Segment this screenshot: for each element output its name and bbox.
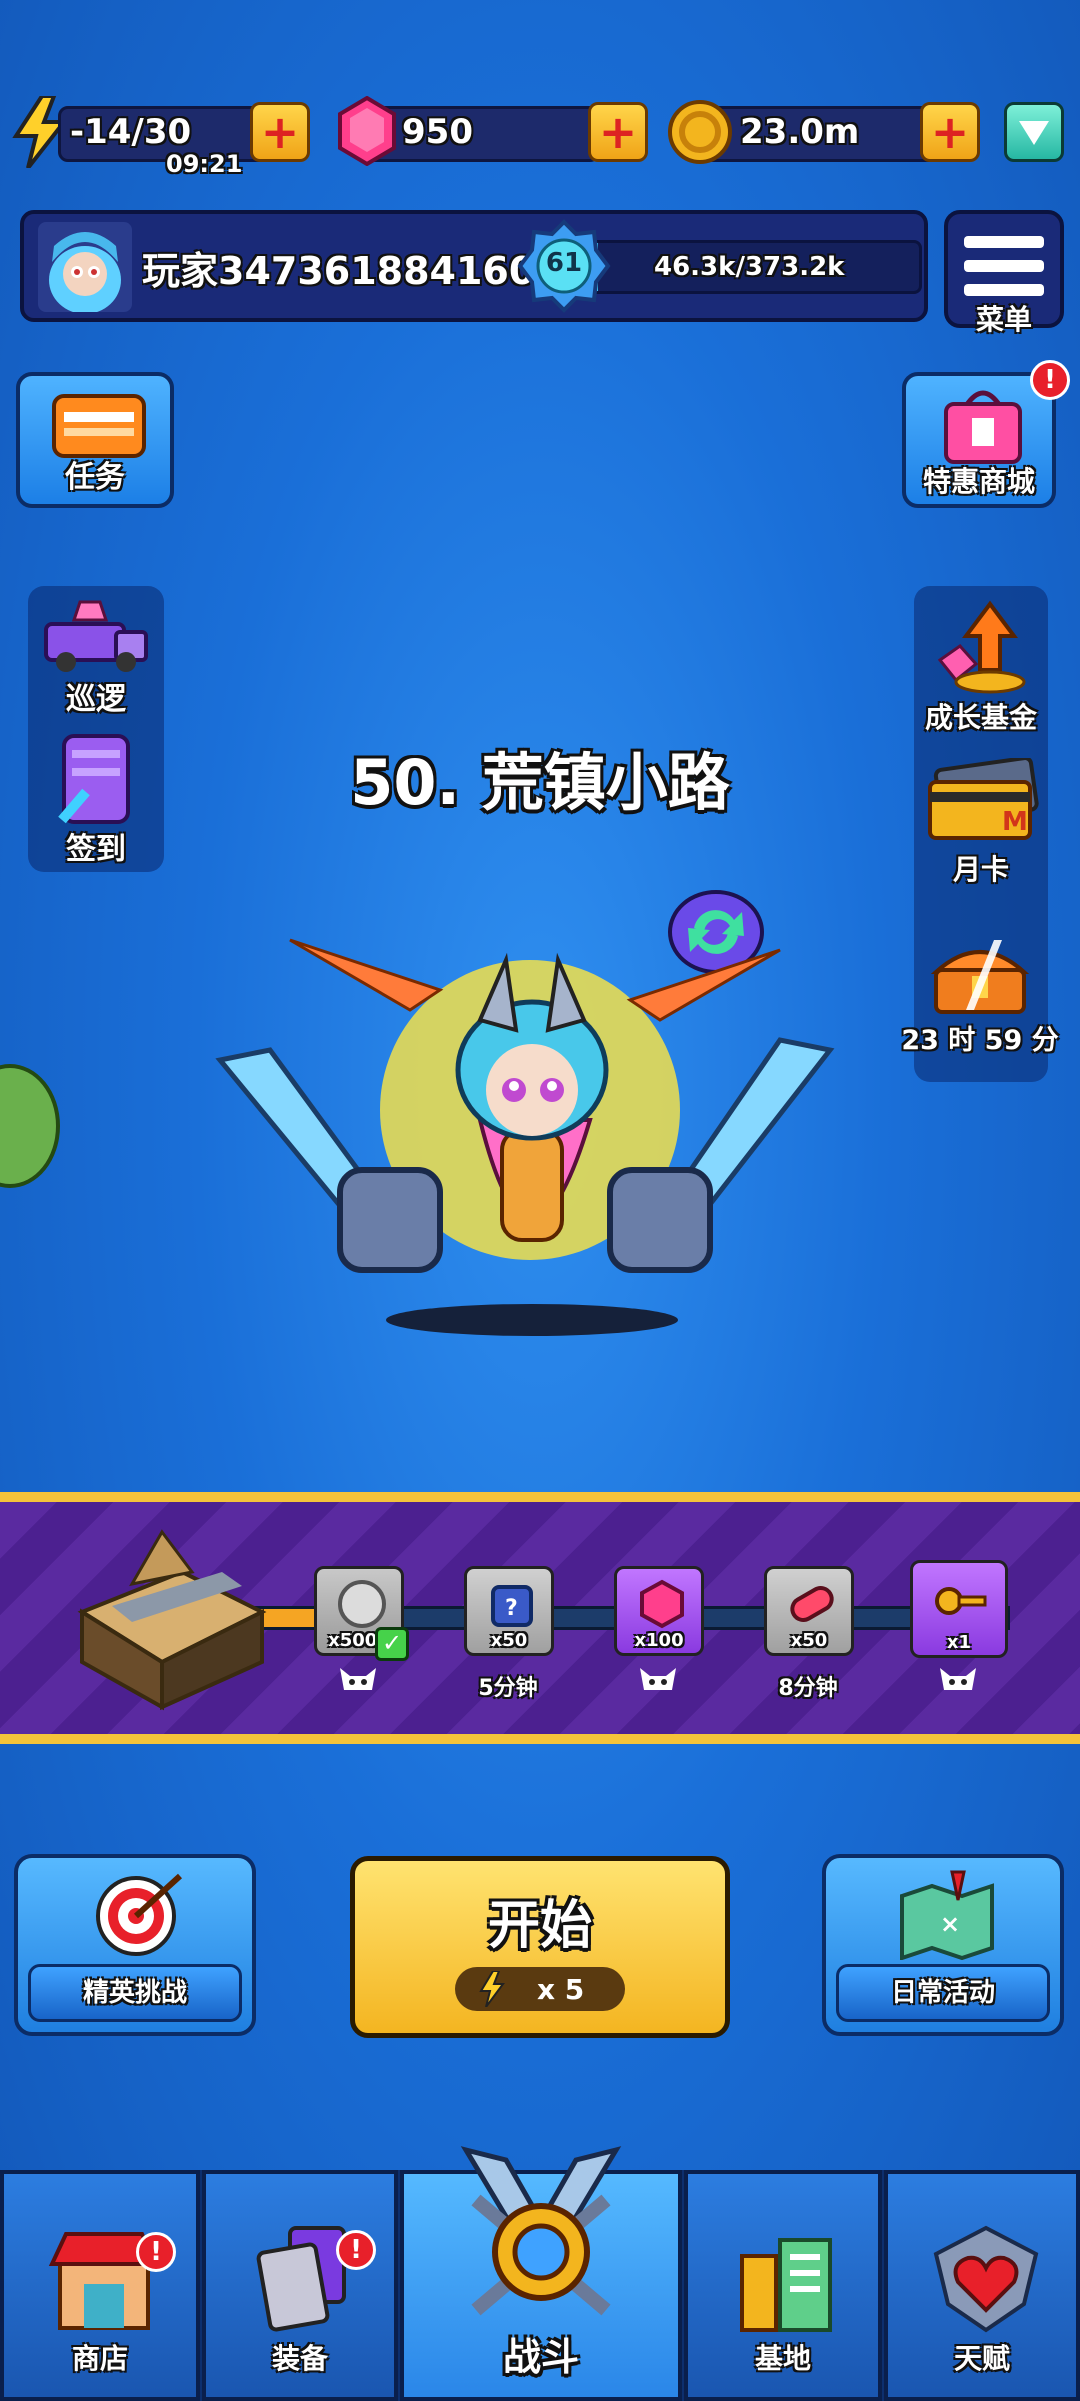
- battle-emblem-icon: [446, 2140, 636, 2330]
- start-label: 开始: [487, 1896, 592, 1956]
- nav-shop[interactable]: 商店: [0, 2170, 200, 2401]
- reward-time-label: 8分钟: [778, 1676, 838, 1701]
- nav-talent-label: 天赋: [953, 2342, 1010, 2375]
- target-icon: [96, 1873, 183, 1956]
- alert-badge: !: [336, 2230, 376, 2270]
- nav-equipment-label: 装备: [271, 2342, 328, 2375]
- tasks-label: 任务: [65, 460, 125, 495]
- reward-qty: x1: [946, 1632, 972, 1653]
- gem-plus-button[interactable]: +: [588, 102, 648, 162]
- coin-value: 23.0m: [740, 112, 860, 152]
- side-event-widget[interactable]: [0, 1064, 60, 1188]
- monthly-card-label: 月卡: [952, 853, 1009, 886]
- hero-character[interactable]: [210, 900, 850, 1340]
- energy-cost-pill: x 5: [455, 1967, 625, 2011]
- reward-slot[interactable]: x100: [614, 1566, 704, 1656]
- elite-challenge-label: 精英挑战: [28, 1964, 242, 2022]
- nav-equipment[interactable]: 装备: [202, 2170, 398, 2401]
- reward-time-label: 5分钟: [478, 1676, 538, 1701]
- plus-icon: +: [598, 105, 638, 159]
- coin-plus-button[interactable]: +: [920, 102, 980, 162]
- nav-talent[interactable]: 天赋: [884, 2170, 1080, 2401]
- player-bar[interactable]: 玩家3473618841603 46.3k/373.2k 61: [20, 210, 928, 322]
- svg-text:×: ×: [940, 1910, 960, 1938]
- nav-shop-label: 商店: [71, 2342, 128, 2375]
- map-icon: ×: [900, 1870, 994, 1960]
- nav-battle-label: 战斗: [502, 2335, 579, 2379]
- plus-icon: +: [930, 105, 970, 159]
- gift-bag-icon: [944, 390, 1022, 464]
- energy-cost: x 5: [537, 1973, 585, 2006]
- treasure-chest-icon: [930, 940, 1030, 1014]
- energy-timer: 09:21: [166, 150, 243, 178]
- ticket-icon: ?: [491, 1585, 533, 1627]
- hero-illustration: [215, 938, 835, 1336]
- svg-text:?: ?: [505, 1596, 518, 1621]
- plus-icon: +: [260, 105, 300, 159]
- reward-qty: x50: [490, 1630, 528, 1651]
- boss-icon: [638, 1666, 678, 1696]
- player-name: 玩家3473618841603: [142, 249, 542, 293]
- growth-fund-button[interactable]: 成长基金: [914, 600, 1048, 740]
- special-shop-label: 特惠商城: [922, 465, 1035, 498]
- stage-title: 50. 荒镇小路: [350, 746, 730, 819]
- check-icon: ✓: [375, 1627, 409, 1661]
- reward-slot[interactable]: x50: [764, 1566, 854, 1656]
- energy-value: -14/30: [70, 112, 192, 152]
- reward-slot[interactable]: x5000 ✓: [314, 1566, 409, 1661]
- nav-base[interactable]: 基地: [684, 2170, 882, 2401]
- menu-button[interactable]: 菜单: [944, 210, 1064, 336]
- reward-qty: x50: [790, 1630, 828, 1651]
- energy-plus-button[interactable]: +: [250, 102, 310, 162]
- vip-shield-button[interactable]: [1004, 102, 1064, 162]
- level-value: 61: [545, 248, 583, 278]
- building-icon: [740, 2238, 832, 2332]
- timed-chest-button[interactable]: 23 时 59 分: [900, 924, 1060, 1064]
- exp-text: 46.3k/373.2k: [654, 252, 845, 282]
- coin-icon: [666, 98, 734, 166]
- gem-value: 950: [402, 112, 473, 152]
- key-icon: [935, 1587, 987, 1615]
- elite-challenge-button[interactable]: 精英挑战: [14, 1854, 256, 2036]
- start-button[interactable]: 开始 x 5: [350, 1856, 730, 2038]
- shield-icon: [1019, 121, 1049, 145]
- daily-activity-button[interactable]: × 日常活动: [822, 1854, 1064, 2036]
- truck-icon: [44, 600, 148, 672]
- signin-label: 签到: [66, 832, 126, 867]
- patrol-label: 巡逻: [66, 682, 126, 717]
- daily-activity-label: 日常活动: [836, 1964, 1050, 2022]
- level-badge: 61: [516, 218, 612, 314]
- gem-icon: [640, 1579, 684, 1629]
- growth-chest-icon: [937, 600, 1026, 694]
- capsule-icon: [790, 1586, 834, 1622]
- alert-badge: !: [1030, 360, 1070, 400]
- boss-icon: [938, 1666, 978, 1696]
- energy-icon: [479, 1971, 505, 2007]
- gem-icon: [336, 95, 398, 167]
- special-shop-button[interactable]: 特惠商城: [902, 372, 1056, 508]
- menu-label: 菜单: [975, 303, 1032, 336]
- silver-coin-icon: [338, 1580, 386, 1628]
- patrol-button[interactable]: 巡逻: [28, 596, 164, 717]
- nav-base-label: 基地: [754, 2342, 811, 2375]
- boss-icon: [338, 1666, 378, 1696]
- stage-island: [72, 1512, 272, 1712]
- menu-icon: [964, 236, 1044, 296]
- alert-badge: !: [136, 2232, 176, 2272]
- tasks-button[interactable]: 任务: [16, 372, 174, 508]
- reward-slot[interactable]: ? x50: [464, 1566, 554, 1656]
- avatar[interactable]: [38, 222, 132, 312]
- chest-timer: 23 时 59 分: [901, 1025, 1059, 1056]
- growth-fund-label: 成长基金: [924, 701, 1037, 734]
- reward-slot[interactable]: x1: [910, 1560, 1008, 1658]
- reward-qty: x100: [634, 1630, 684, 1651]
- heart-shield-icon: [933, 2225, 1039, 2333]
- folder-icon: [52, 394, 146, 458]
